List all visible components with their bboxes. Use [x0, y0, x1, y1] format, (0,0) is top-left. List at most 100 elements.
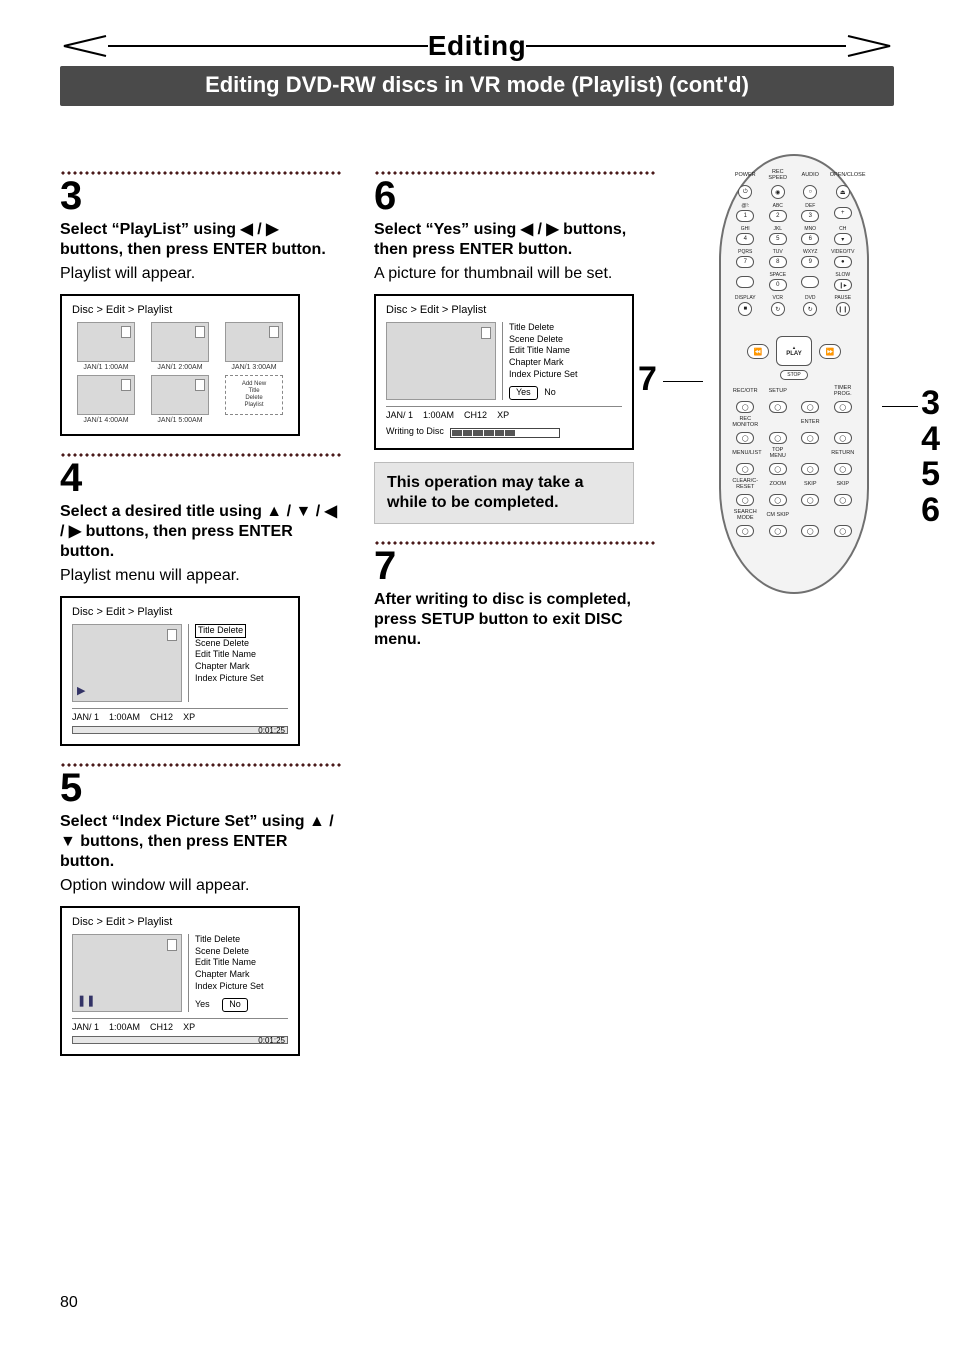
- osd-writing-progress: [450, 428, 560, 438]
- remote-label: REC/OTR: [732, 389, 758, 395]
- remote-key: MNO6: [795, 226, 825, 245]
- page-subtitle: Editing DVD-RW discs in VR mode (Playlis…: [60, 66, 894, 106]
- callout-line: [663, 381, 703, 382]
- remote-button-icon: ◯: [769, 401, 787, 413]
- stop-button-icon: STOP: [780, 370, 808, 380]
- callout-line: [882, 406, 918, 407]
- remote-key: JKL5: [763, 226, 793, 245]
- callout-4: 4: [921, 422, 940, 458]
- remote-key: DEF3: [795, 203, 825, 222]
- power-button-icon: ⏻: [738, 185, 752, 199]
- step-number: 6: [374, 176, 656, 216]
- osd-menu-item: Chapter Mark: [509, 357, 622, 369]
- remote-button-icon: ◯: [801, 525, 819, 537]
- osd-menu-item: Edit Title Name: [195, 957, 288, 969]
- remote-button-icon: ◯: [736, 432, 754, 444]
- remote-nav-cluster: ⏪ ⏩ ▴ PLAY STOP: [729, 322, 859, 380]
- chevron-left-icon: [60, 35, 108, 57]
- osd-yes: Yes: [195, 999, 216, 1011]
- add-new-title-box: Add New Title Delete Playlist: [225, 375, 283, 415]
- remote-key: VIDEO/TV●: [828, 249, 858, 268]
- step-description: Playlist will appear.: [60, 264, 342, 284]
- remote-key: SPACE0: [763, 272, 793, 291]
- remote-label: AUDIO: [797, 173, 823, 179]
- osd-preview: [386, 322, 496, 400]
- thumb-label: JAN/1 1:00AM: [83, 364, 128, 371]
- osd-menu-item: Scene Delete: [195, 946, 288, 958]
- osd-menu: Title Delete Scene Delete Edit Title Nam…: [188, 934, 288, 1012]
- remote-lower-rows: REC/OTRSETUPTIMER PROG.◯◯◯◯REC MONITOREN…: [729, 386, 859, 537]
- fast-forward-button-icon: ⏩: [819, 344, 841, 359]
- remote-label: CLEAR/C-RESET: [732, 479, 758, 490]
- remote-label: ZOOM: [765, 482, 791, 488]
- remote-key: SLOW❙▸: [828, 272, 858, 291]
- remote-label: DVD: [805, 295, 816, 301]
- osd-breadcrumb: Disc > Edit > Playlist: [386, 304, 622, 316]
- remote-button-icon: ◯: [769, 525, 787, 537]
- osd-preview: ❚❚: [72, 934, 182, 1012]
- osd-menu-item: Index Picture Set: [195, 981, 288, 993]
- osd-menu-item: Chapter Mark: [195, 661, 288, 673]
- right-column: 7 3 4 5 6 POWER REC SPEED AUDIO OPEN/CLO…: [688, 154, 894, 1064]
- remote-label: CM SKIP: [765, 513, 791, 519]
- remote-key: TUV8: [763, 249, 793, 268]
- osd-menu-item: Chapter Mark: [195, 969, 288, 981]
- osd-no: No: [544, 387, 562, 399]
- osd-progress: 0:01:25: [72, 1036, 288, 1044]
- vcr-button-icon: ↻: [771, 302, 785, 316]
- osd-menu-item: Index Picture Set: [509, 369, 622, 381]
- osd-breadcrumb: Disc > Edit > Playlist: [72, 916, 288, 928]
- osd-menu-item: Edit Title Name: [195, 649, 288, 661]
- step-number: 4: [60, 458, 342, 498]
- osd-status: JAN/ 1 1:00AM CH12 XP: [72, 1018, 288, 1032]
- callout-5: 5: [921, 457, 940, 493]
- page-header: Editing Editing DVD-RW discs in VR mode …: [60, 30, 894, 106]
- page-number: 80: [60, 1294, 78, 1312]
- osd-title-menu: Disc > Edit > Playlist ▶ Title Delete Sc…: [60, 596, 300, 746]
- remote-button-icon: ◯: [736, 525, 754, 537]
- note-box: This operation may take a while to be co…: [374, 462, 634, 524]
- remote-button-icon: ◯: [769, 463, 787, 475]
- remote-button-icon: ◯: [834, 525, 852, 537]
- remote-label: VCR: [772, 295, 783, 301]
- remote-button-icon: ◯: [736, 463, 754, 475]
- content-columns: 3 Select “PlayList” using ◀ / ▶ buttons,…: [60, 154, 894, 1064]
- thumb-label: JAN/1 2:00AM: [157, 364, 202, 371]
- step-number: 5: [60, 768, 342, 808]
- osd-breadcrumb: Disc > Edit > Playlist: [72, 304, 288, 316]
- remote-label: TIMER PROG.: [830, 386, 856, 397]
- play-icon: ▶: [77, 684, 85, 697]
- osd-status: JAN/ 1 1:00AM CH12 XP: [386, 406, 622, 420]
- remote-button-icon: ◯: [769, 494, 787, 506]
- rec-speed-button-icon: ◉: [771, 185, 785, 199]
- osd-menu-item: Title Delete: [509, 322, 622, 334]
- osd-menu: Title Delete Scene Delete Edit Title Nam…: [502, 322, 622, 400]
- chevron-right-icon: [846, 35, 894, 57]
- callout-6: 6: [921, 493, 940, 529]
- remote-button-icon: ◯: [834, 494, 852, 506]
- step-description: Playlist menu will appear.: [60, 566, 342, 586]
- osd-progress: 0:01:25: [72, 726, 288, 734]
- callout-3: 3: [921, 386, 940, 422]
- step-description: A picture for thumbnail will be set.: [374, 264, 656, 284]
- osd-menu-item: Scene Delete: [509, 334, 622, 346]
- middle-column: 6 Select “Yes” using ◀ / ▶ buttons, then…: [374, 154, 656, 1064]
- callout-7: 7: [638, 360, 657, 399]
- remote-button-icon: ◯: [736, 494, 754, 506]
- display-button-icon: ■: [738, 302, 752, 316]
- osd-menu-item: Index Picture Set: [195, 673, 288, 685]
- page-title: Editing: [428, 30, 526, 62]
- remote-label: POWER: [732, 173, 758, 179]
- step-heading: Select “PlayList” using ◀ / ▶ buttons, t…: [60, 220, 342, 260]
- osd-menu-item: Title Delete: [195, 934, 288, 946]
- remote-label: RETURN: [830, 451, 856, 457]
- left-column: 3 Select “PlayList” using ◀ / ▶ buttons,…: [60, 154, 342, 1064]
- remote-button-icon: ◯: [834, 432, 852, 444]
- remote-label: PAUSE: [834, 295, 851, 301]
- pause-icon: ❚❚: [77, 994, 95, 1007]
- osd-yes-no: Yes No: [509, 386, 622, 400]
- osd-index-picture: Disc > Edit > Playlist ❚❚ Title Delete S…: [60, 906, 300, 1056]
- remote-key: CH▾: [828, 226, 858, 245]
- remote-label: REC SPEED: [765, 170, 791, 181]
- step-description: Option window will appear.: [60, 876, 342, 896]
